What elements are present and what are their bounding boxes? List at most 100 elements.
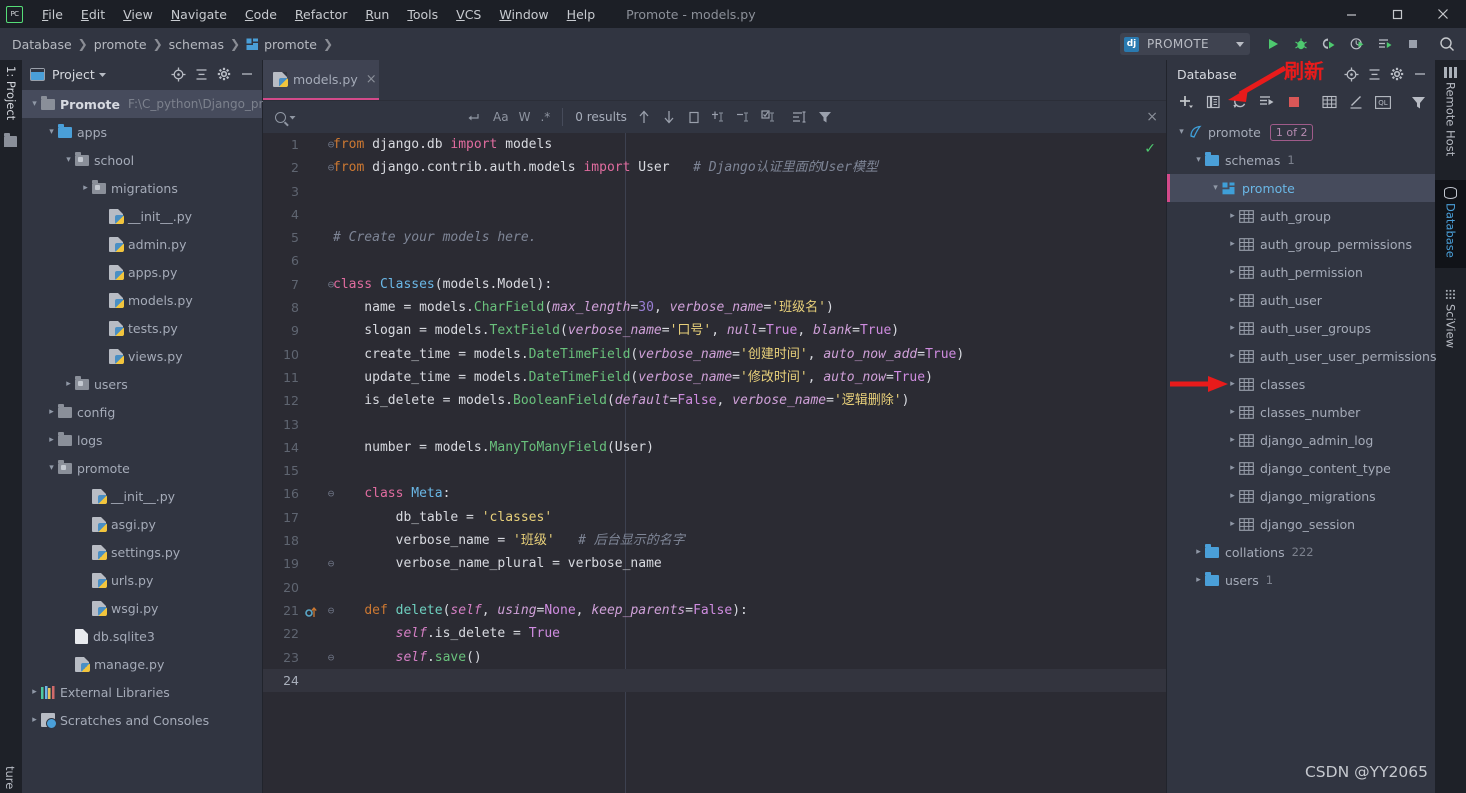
code-line-2[interactable]: 2 ⊖ from django.contrib.auth.models import… (263, 156, 1166, 179)
chevron-right-icon[interactable]: ▸ (1226, 379, 1239, 389)
project-tree-item-users[interactable]: ▸ users (22, 370, 262, 398)
db-tree-item-schemas[interactable]: ▾ schemas 1 (1167, 146, 1435, 174)
code-line-16[interactable]: 16 ⊖ class Meta: (263, 482, 1166, 505)
project-tree-item-promote[interactable]: ▾ promote (22, 454, 262, 482)
add-selection-icon[interactable] (710, 108, 728, 126)
db-tree-item-promote[interactable]: ▾ promote 1 of 2 (1167, 118, 1435, 146)
project-tree-item-school[interactable]: ▾ school (22, 146, 262, 174)
chevron-right-icon[interactable]: ▸ (1226, 295, 1239, 305)
breadcrumb-item-promote-1[interactable]: promote ❯ (94, 37, 169, 52)
breadcrumb-item-promote-3[interactable]: promote ❯ (246, 37, 339, 52)
tool-window-button-project[interactable]: 1: Project (4, 66, 18, 120)
code-line-19[interactable]: 19 ⊖ verbose_name_plural = verbose_name (263, 552, 1166, 575)
chevron-down-icon[interactable]: ▾ (1209, 183, 1222, 193)
chevron-right-icon[interactable]: ▸ (45, 407, 58, 417)
project-tree-item-external-libraries[interactable]: ▸ External Libraries (22, 678, 262, 706)
hide-icon[interactable] (236, 63, 258, 85)
menu-code[interactable]: Code (236, 4, 286, 25)
filter-icon[interactable] (1406, 90, 1430, 114)
run-with-console-icon[interactable] (1372, 31, 1398, 57)
project-tree-item-logs[interactable]: ▸ logs (22, 426, 262, 454)
code-line-24[interactable]: 24 (263, 668, 1166, 693)
tree-row-root[interactable]: ▾ Promote F:\C_python\Django_pro (22, 90, 271, 118)
locate-icon[interactable] (167, 63, 189, 85)
chevron-down-icon[interactable]: ▾ (45, 127, 58, 137)
search-input[interactable] (302, 110, 392, 124)
stop-icon[interactable] (1400, 31, 1426, 57)
db-tree-item-classes[interactable]: ▸ classes (1167, 370, 1435, 398)
select-all-icon[interactable] (685, 108, 703, 126)
project-tree-item-admin-py[interactable]: ▸admin.py (22, 230, 262, 258)
db-tree-item-django-session[interactable]: ▸ django_session (1167, 510, 1435, 538)
code-line-17[interactable]: 17 db_table = 'classes' (263, 506, 1166, 529)
close-find-icon[interactable]: × (1146, 109, 1158, 125)
db-tree-item-collations[interactable]: ▸ collations 222 (1167, 538, 1435, 566)
chevron-right-icon[interactable]: ▸ (1226, 463, 1239, 473)
close-icon[interactable] (1420, 0, 1466, 28)
project-tree-item--init-py[interactable]: ▸__init__.py (22, 482, 262, 510)
tool-window-button-sciview[interactable]: SciView (1435, 282, 1466, 348)
chevron-down-icon[interactable]: ▾ (1192, 155, 1205, 165)
tool-window-button-database[interactable]: Database (1435, 180, 1466, 268)
project-tree-item-wsgi-py[interactable]: ▸wsgi.py (22, 594, 262, 622)
db-tree-item-auth-user[interactable]: ▸ auth_user (1167, 286, 1435, 314)
chevron-right-icon[interactable]: ▸ (28, 715, 41, 725)
words-option[interactable]: W (519, 110, 531, 124)
code-line-13[interactable]: 13 (263, 413, 1166, 436)
filter-icon[interactable] (816, 108, 834, 126)
menu-view[interactable]: View (114, 4, 162, 25)
db-tree-item-promote[interactable]: ▾ promote (1167, 174, 1435, 202)
db-tree-item-auth-user-user-permissions[interactable]: ▸ auth_user_user_permissions (1167, 342, 1436, 370)
collapse-all-icon[interactable] (1363, 63, 1385, 85)
collapse-all-icon[interactable] (190, 63, 212, 85)
chevron-right-icon[interactable]: ▸ (1226, 239, 1239, 249)
code-line-11[interactable]: 11 update_time = models.DateTimeField(ve… (263, 366, 1166, 389)
project-tree-item-config[interactable]: ▸ config (22, 398, 262, 426)
code-line-5[interactable]: 5 # Create your models here. (263, 226, 1166, 249)
chevron-right-icon[interactable]: ▸ (1226, 407, 1239, 417)
breadcrumb-item-schemas-2[interactable]: schemas ❯ (169, 37, 246, 52)
debug-icon[interactable] (1288, 31, 1314, 57)
db-tree-item-django-admin-log[interactable]: ▸ django_admin_log (1167, 426, 1435, 454)
chevron-right-icon[interactable]: ▸ (28, 687, 41, 697)
chevron-right-icon[interactable]: ▸ (1226, 491, 1239, 501)
project-tree-item-urls-py[interactable]: ▸urls.py (22, 566, 262, 594)
project-tree-item-migrations[interactable]: ▸ migrations (22, 174, 262, 202)
run-icon[interactable] (1260, 31, 1286, 57)
menu-run[interactable]: Run (356, 4, 398, 25)
code-line-7[interactable]: 7 ⊖ class Classes(models.Model): (263, 273, 1166, 296)
db-tree-item-classes-number[interactable]: ▸ classes_number (1167, 398, 1435, 426)
chevron-down-icon[interactable]: ▾ (1175, 127, 1188, 137)
settings-icon[interactable] (213, 63, 235, 85)
select-occurrences-icon[interactable] (760, 108, 778, 126)
code-line-22[interactable]: 22 self.is_delete = True (263, 622, 1166, 645)
project-tree-item-scratches-and-consoles[interactable]: ▸ Scratches and Consoles (22, 706, 262, 734)
menu-tools[interactable]: Tools (398, 4, 447, 25)
db-tree-item-users[interactable]: ▸ users 1 (1167, 566, 1435, 594)
settings-icon[interactable] (1386, 63, 1408, 85)
coverage-icon[interactable] (1316, 31, 1342, 57)
code-line-14[interactable]: 14 number = models.ManyToManyField(User) (263, 436, 1166, 459)
profile-icon[interactable] (1344, 31, 1370, 57)
run-sql-icon[interactable] (1255, 90, 1279, 114)
close-icon[interactable]: × (366, 72, 377, 87)
remove-selection-icon[interactable] (735, 108, 753, 126)
project-tree-item-asgi-py[interactable]: ▸asgi.py (22, 510, 262, 538)
code-line-21[interactable]: 21 ⊖ def delete(self, using=None, keep_pa… (263, 599, 1166, 622)
chevron-right-icon[interactable]: ▸ (1226, 211, 1239, 221)
run-configuration-selector[interactable]: dj PROMOTE (1120, 33, 1250, 55)
code-line-9[interactable]: 9 slogan = models.TextField(verbose_name… (263, 319, 1166, 342)
chevron-right-icon[interactable]: ▸ (1226, 435, 1239, 445)
chevron-right-icon[interactable]: ▸ (1226, 267, 1239, 277)
project-tree-item-settings-py[interactable]: ▸settings.py (22, 538, 262, 566)
editor-tab-models-py[interactable]: models.py × (263, 60, 379, 100)
chevron-right-icon[interactable]: ▸ (1192, 575, 1205, 585)
code-editor[interactable]: ✓ 1 ⊖ from django.db import models 2 ⊖ from d… (263, 133, 1166, 793)
menu-navigate[interactable]: Navigate (162, 4, 236, 25)
project-tree-item-apps[interactable]: ▾ apps (22, 118, 262, 146)
menu-window[interactable]: Window (490, 4, 557, 25)
project-tree-item-manage-py[interactable]: ▸manage.py (22, 650, 262, 678)
search-field[interactable] (269, 105, 459, 129)
prev-match-icon[interactable] (635, 108, 653, 126)
menu-vcs[interactable]: VCS (447, 4, 490, 25)
